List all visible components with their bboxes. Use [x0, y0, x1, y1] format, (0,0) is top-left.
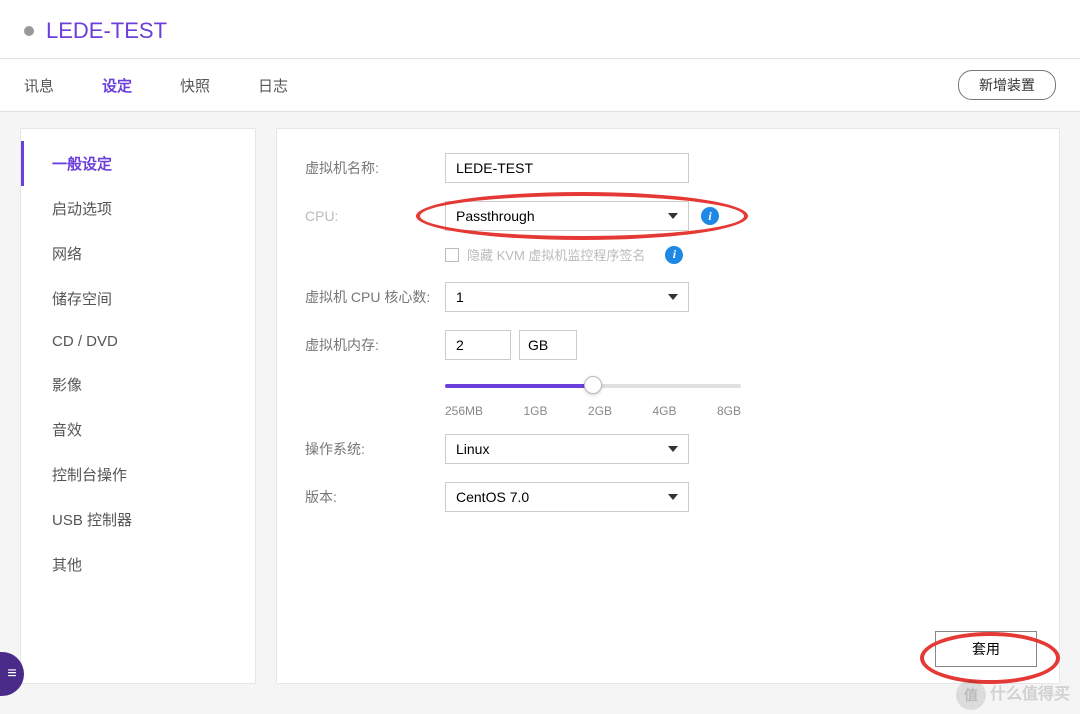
cpu-select[interactable]: Passthrough — [445, 201, 689, 231]
slider-tick: 8GB — [717, 404, 741, 418]
cores-select[interactable]: 1 — [445, 282, 689, 312]
sidebar-item-cd-dvd[interactable]: CD / DVD — [21, 321, 255, 362]
cpu-label: CPU: — [305, 208, 445, 224]
slider-fill — [445, 384, 593, 388]
version-value: CentOS 7.0 — [456, 489, 529, 505]
memory-label: 虚拟机内存: — [305, 335, 445, 355]
status-indicator-icon — [24, 26, 34, 36]
settings-sidebar: 一般设定 启动选项 网络 储存空间 CD / DVD 影像 音效 控制台操作 U… — [20, 128, 256, 684]
slider-thumb[interactable] — [584, 376, 602, 394]
slider-tick: 256MB — [445, 404, 483, 418]
slider-labels: 256MB 1GB 2GB 4GB 8GB — [445, 404, 741, 418]
settings-form: 虚拟机名称: CPU: Passthrough i 隐藏 KVM 虚拟机监控程序… — [276, 128, 1060, 684]
tab-log[interactable]: 日志 — [258, 75, 288, 96]
hide-kvm-checkbox[interactable] — [445, 248, 459, 262]
os-label: 操作系统: — [305, 439, 445, 459]
watermark-logo-icon: 值 — [956, 680, 986, 710]
sidebar-item-console[interactable]: 控制台操作 — [21, 452, 255, 497]
sidebar-item-general[interactable]: 一般设定 — [21, 141, 255, 186]
tab-snapshot[interactable]: 快照 — [180, 75, 210, 96]
info-icon[interactable]: i — [665, 246, 683, 264]
sidebar-item-usb[interactable]: USB 控制器 — [21, 497, 255, 542]
slider-tick: 4GB — [652, 404, 676, 418]
menu-icon: ≡ — [7, 665, 16, 683]
version-select[interactable]: CentOS 7.0 — [445, 482, 689, 512]
sidebar-item-boot[interactable]: 启动选项 — [21, 186, 255, 231]
sidebar-item-other[interactable]: 其他 — [21, 542, 255, 587]
sidebar-item-network[interactable]: 网络 — [21, 231, 255, 276]
apply-button[interactable]: 套用 — [935, 631, 1037, 667]
memory-unit-value: GB — [528, 337, 548, 353]
add-device-button[interactable]: 新增装置 — [958, 70, 1056, 100]
chevron-down-icon — [668, 494, 678, 500]
vm-name-input[interactable] — [445, 153, 689, 183]
hide-kvm-label: 隐藏 KVM 虚拟机监控程序签名 — [467, 245, 645, 264]
cores-value: 1 — [456, 289, 464, 305]
memory-slider[interactable] — [445, 378, 741, 394]
tab-settings[interactable]: 设定 — [102, 75, 132, 96]
chevron-down-icon — [668, 294, 678, 300]
memory-input[interactable] — [445, 330, 511, 360]
content: 一般设定 启动选项 网络 储存空间 CD / DVD 影像 音效 控制台操作 U… — [0, 112, 1080, 700]
chevron-down-icon — [668, 213, 678, 219]
sidebar-item-audio[interactable]: 音效 — [21, 407, 255, 452]
watermark: 值什么值得买 — [956, 680, 1070, 710]
version-label: 版本: — [305, 487, 445, 507]
page-title: LEDE-TEST — [46, 18, 167, 44]
tab-info[interactable]: 讯息 — [24, 75, 54, 96]
cpu-value: Passthrough — [456, 208, 535, 224]
cores-label: 虚拟机 CPU 核心数: — [305, 287, 445, 307]
tabbar: 讯息 设定 快照 日志 新增装置 — [0, 59, 1080, 111]
memory-unit-select[interactable]: GB — [519, 330, 577, 360]
sidebar-item-image[interactable]: 影像 — [21, 362, 255, 407]
info-icon[interactable]: i — [701, 207, 719, 225]
vm-name-label: 虚拟机名称: — [305, 158, 445, 178]
header: LEDE-TEST — [0, 0, 1080, 58]
os-value: Linux — [456, 441, 489, 457]
chevron-down-icon — [668, 446, 678, 452]
os-select[interactable]: Linux — [445, 434, 689, 464]
slider-tick: 2GB — [588, 404, 612, 418]
slider-tick: 1GB — [524, 404, 548, 418]
sidebar-item-storage[interactable]: 储存空间 — [21, 276, 255, 321]
